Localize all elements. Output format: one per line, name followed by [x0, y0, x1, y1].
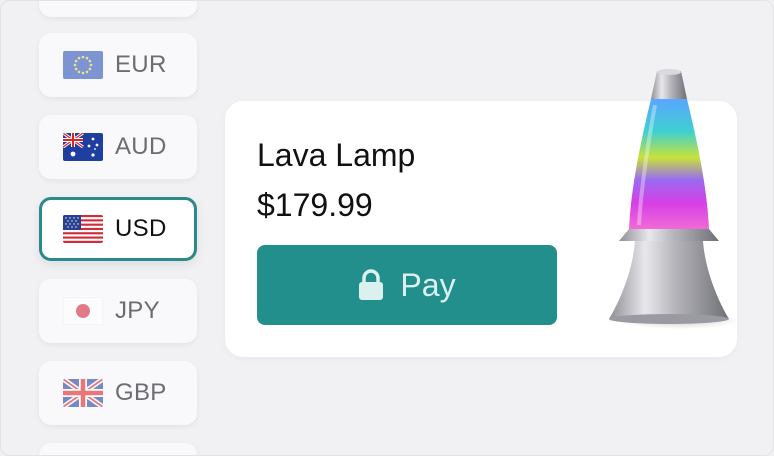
currency-code: USD [115, 215, 167, 242]
currency-option-partial-top[interactable] [39, 1, 197, 17]
currency-option-gbp[interactable]: GBP [39, 361, 197, 425]
payment-screen: EUR AUD USD JPY GBP Lava Lamp $179.99 Pa… [0, 0, 774, 456]
lock-icon [359, 269, 384, 300]
pay-button[interactable]: Pay [257, 245, 557, 325]
product-name: Lava Lamp [257, 137, 416, 173]
currency-code: GBP [115, 379, 167, 406]
currency-option-usd[interactable]: USD [39, 197, 197, 261]
product-price: $179.99 [257, 187, 373, 223]
currency-code: EUR [115, 51, 167, 78]
currency-option-jpy[interactable]: JPY [39, 279, 197, 343]
currency-option-eur[interactable]: EUR [39, 33, 197, 97]
currency-code: AUD [115, 133, 167, 160]
currency-option-partial-bottom[interactable] [39, 443, 197, 455]
au-flag-icon [63, 133, 103, 161]
eu-flag-icon [63, 51, 103, 79]
gb-flag-icon [63, 379, 103, 407]
currency-selector-list: EUR AUD USD JPY GBP [1, 1, 221, 455]
currency-option-aud[interactable]: AUD [39, 115, 197, 179]
currency-code: JPY [115, 297, 160, 324]
jp-flag-icon [63, 297, 103, 325]
pay-button-label: Pay [400, 266, 456, 303]
product-card: Lava Lamp $179.99 Pay [225, 69, 737, 357]
lava-lamp-image [609, 69, 737, 329]
us-flag-icon [63, 215, 103, 243]
